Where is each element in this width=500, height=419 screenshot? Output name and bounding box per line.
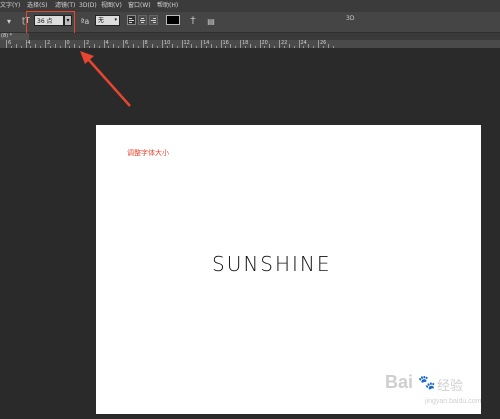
ruler-major-tick bbox=[162, 40, 163, 48]
text-color-swatch[interactable] bbox=[166, 15, 180, 25]
character-panel-icon[interactable]: ▤ bbox=[206, 16, 216, 28]
menu-window[interactable]: 窗口(W) bbox=[128, 0, 151, 12]
ruler-major-tick bbox=[25, 40, 27, 48]
baidu-watermark: Bai 🐾 经验 jingyan.baidu.com bbox=[385, 372, 495, 416]
annotation-text[interactable]: 调整字体大小 bbox=[127, 148, 169, 158]
ruler-minor-tick bbox=[79, 46, 81, 48]
menu-type[interactable]: 文字(Y) bbox=[0, 0, 20, 12]
ruler-minor-tick bbox=[166, 46, 168, 48]
ruler-minor-tick bbox=[235, 46, 237, 48]
ruler-major-tick bbox=[64, 40, 66, 48]
ruler-minor-tick bbox=[327, 44, 329, 48]
ruler-major-tick bbox=[6, 40, 7, 48]
horizontal-ruler[interactable]: 6 4 2 0 2 4 6 8 10 12 14 16 18 20 22 24 26 bbox=[0, 40, 500, 49]
ruler-minor-tick bbox=[205, 46, 207, 48]
ruler-minor-tick bbox=[152, 44, 154, 48]
ruler-minor-tick bbox=[283, 46, 285, 48]
ruler-minor-tick bbox=[332, 46, 334, 48]
ruler-major-tick bbox=[279, 40, 280, 48]
options-bar: ▾ ʈT ªa Ť ▤ bbox=[0, 12, 500, 33]
menu-3d[interactable]: 3D(D) bbox=[79, 0, 97, 12]
ruler-major-tick bbox=[201, 40, 202, 48]
ruler-minor-tick bbox=[191, 44, 193, 48]
ruler-minor-tick bbox=[186, 46, 188, 48]
ruler-minor-tick bbox=[244, 46, 246, 48]
ruler-major-tick bbox=[103, 40, 105, 48]
ruler-minor-tick bbox=[215, 46, 217, 48]
ruler-major-tick bbox=[45, 40, 46, 48]
ruler-minor-tick bbox=[157, 46, 159, 48]
ruler-minor-tick bbox=[127, 46, 129, 48]
ruler-minor-tick bbox=[308, 44, 310, 48]
ruler-minor-tick bbox=[54, 44, 56, 48]
paw-icon: 🐾 bbox=[418, 374, 436, 390]
menu-view[interactable]: 视图(V) bbox=[101, 0, 122, 12]
ruler-minor-tick bbox=[171, 44, 173, 48]
align-right-button[interactable] bbox=[149, 15, 158, 25]
watermark-brand: Bai bbox=[385, 372, 414, 392]
headline-text[interactable]: SUNSHINE bbox=[212, 252, 332, 276]
ruler-major-tick bbox=[318, 40, 319, 48]
ruler-minor-tick bbox=[74, 44, 76, 48]
ruler-minor-tick bbox=[118, 46, 120, 48]
watermark-url: jingyan.baidu.com bbox=[425, 398, 482, 405]
ruler-minor-tick bbox=[20, 46, 22, 48]
menu-bar: 文字(Y) 选择(S) 滤镜(T) 3D(D) 视图(V) 窗口(W) 帮助(H… bbox=[0, 0, 500, 12]
ruler-minor-tick bbox=[293, 46, 295, 48]
ruler-minor-tick bbox=[40, 46, 42, 48]
ruler-minor-tick bbox=[147, 46, 149, 48]
3d-button[interactable]: 3D bbox=[346, 15, 354, 22]
ruler-minor-tick bbox=[132, 44, 134, 48]
ruler-minor-tick bbox=[137, 46, 139, 48]
ruler-minor-tick bbox=[303, 46, 305, 48]
ruler-minor-tick bbox=[15, 44, 17, 48]
ruler-minor-tick bbox=[225, 46, 227, 48]
ruler-major-tick bbox=[181, 40, 183, 48]
ruler-minor-tick bbox=[288, 44, 290, 48]
ruler-major-tick bbox=[84, 40, 85, 48]
ruler-minor-tick bbox=[274, 46, 276, 48]
align-center-button[interactable] bbox=[138, 15, 147, 25]
tool-preset-icon[interactable]: ▾ bbox=[4, 16, 14, 28]
ruler-minor-tick bbox=[59, 46, 61, 48]
ruler-major-tick bbox=[298, 40, 300, 48]
chevron-down-icon: ▾ bbox=[114, 17, 117, 23]
ruler-minor-tick bbox=[196, 46, 198, 48]
document-tab-label: (8) * bbox=[1, 33, 13, 39]
ruler-minor-tick bbox=[93, 44, 95, 48]
ruler-minor-tick bbox=[254, 46, 256, 48]
antialias-select[interactable]: 无 ▾ bbox=[95, 15, 120, 26]
antialias-value: 无 bbox=[98, 17, 105, 24]
align-left-button[interactable] bbox=[127, 15, 136, 25]
ruler-minor-tick bbox=[113, 44, 115, 48]
ruler-minor-tick bbox=[210, 44, 212, 48]
ruler-major-tick bbox=[123, 40, 124, 48]
ruler-minor-tick bbox=[264, 46, 266, 48]
ruler-minor-tick bbox=[98, 46, 100, 48]
ruler-minor-tick bbox=[35, 44, 37, 48]
warp-text-icon[interactable]: Ť bbox=[188, 16, 198, 28]
ruler-minor-tick bbox=[313, 46, 315, 48]
watermark-suffix: 经验 bbox=[437, 378, 464, 393]
tab-bar: (8) * bbox=[0, 33, 500, 40]
ruler-major-tick bbox=[142, 40, 144, 48]
ruler-major-tick bbox=[240, 40, 241, 48]
antialias-icon: ªa bbox=[80, 17, 90, 26]
ruler-minor-tick bbox=[30, 46, 32, 48]
ruler-minor-tick bbox=[249, 44, 251, 48]
ruler-major-tick bbox=[220, 40, 222, 48]
ruler-minor-tick bbox=[322, 46, 324, 48]
ruler-minor-tick bbox=[230, 44, 232, 48]
ruler-major-tick bbox=[259, 40, 261, 48]
ruler-minor-tick bbox=[49, 46, 51, 48]
ruler-minor-tick bbox=[269, 44, 271, 48]
ruler-minor-tick bbox=[176, 46, 178, 48]
menu-help[interactable]: 帮助(H) bbox=[157, 0, 178, 12]
ruler-minor-tick bbox=[108, 46, 110, 48]
ruler-minor-tick bbox=[88, 46, 90, 48]
ruler-minor-tick bbox=[10, 46, 12, 48]
ruler-minor-tick bbox=[69, 46, 71, 48]
document-tab[interactable]: (8) * bbox=[0, 33, 29, 40]
